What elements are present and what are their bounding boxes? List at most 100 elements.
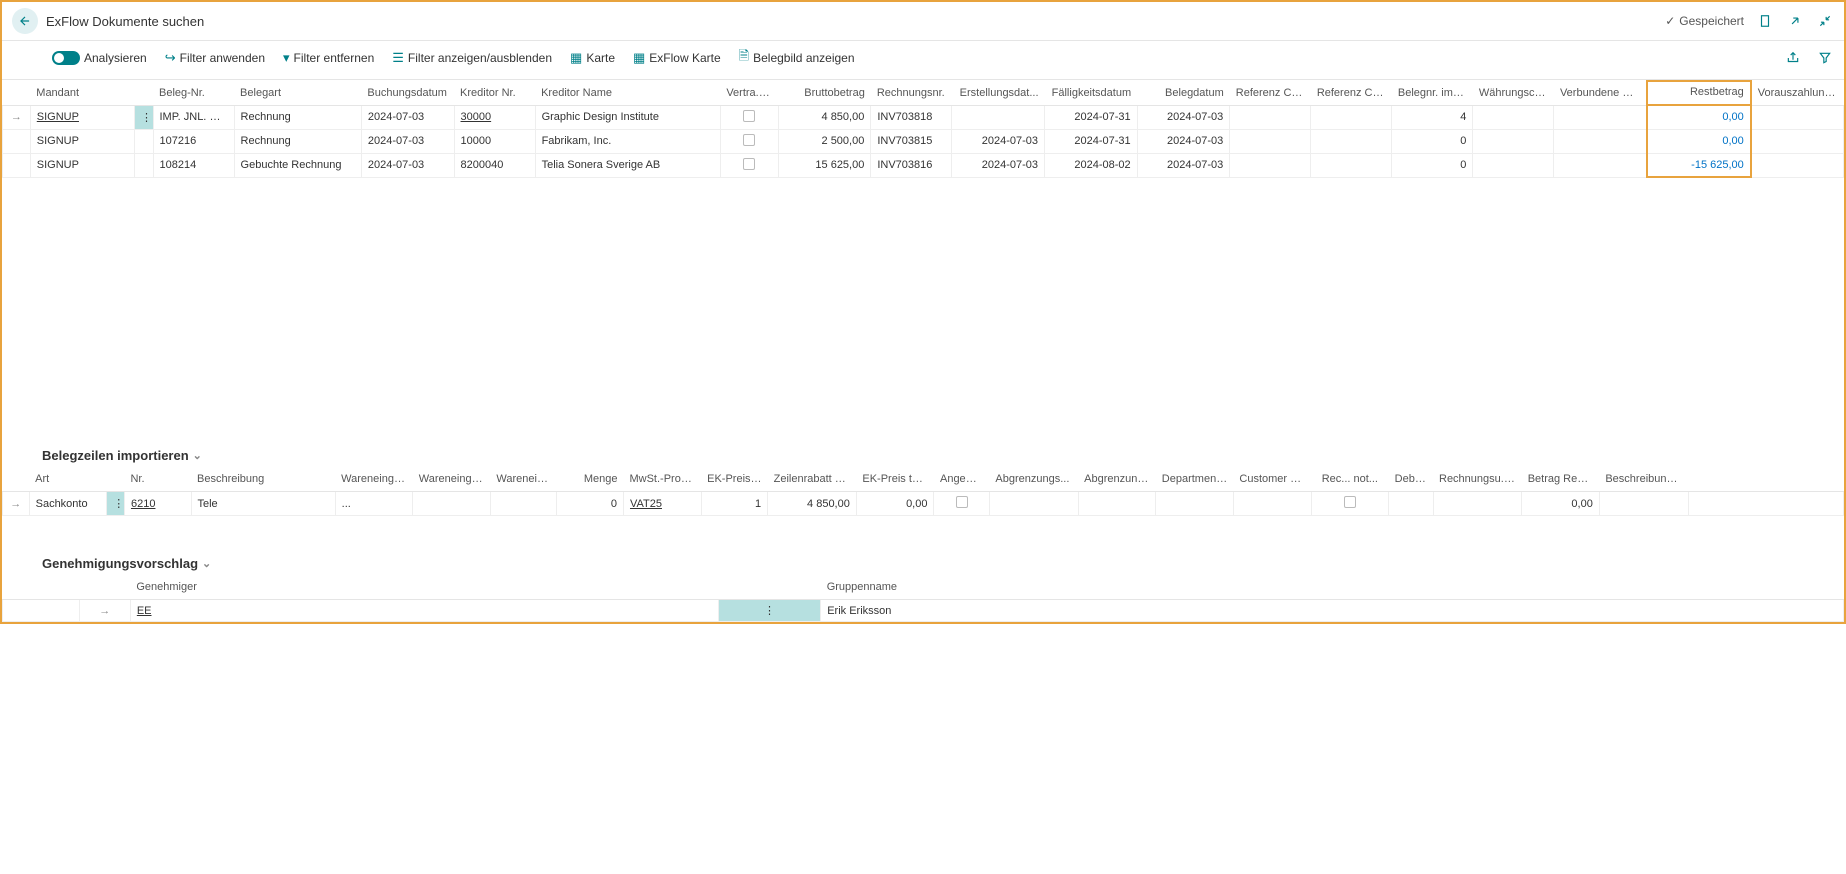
cell-waehrung[interactable] — [1473, 153, 1554, 177]
cell-mwst[interactable]: VAT25 — [623, 492, 701, 516]
cell-beleg-nr[interactable]: IMP. JNL. DEF... — [153, 105, 234, 129]
lcol-beschreibung[interactable]: Beschreibung — [191, 469, 335, 492]
cell-kreditor-nr[interactable]: 30000 — [454, 105, 535, 129]
lcol-ru-code[interactable]: Rechnungsu... Code — [1433, 469, 1522, 492]
cell-we2[interactable] — [413, 492, 491, 516]
lcol-rabatt[interactable]: Zeilenrabatt % (Bestellung) — [768, 469, 857, 492]
table-row[interactable]: →SIGNUP⋮IMP. JNL. DEF...Rechnung2024-07-… — [3, 105, 1844, 129]
bookmark-icon[interactable] — [1756, 12, 1774, 30]
cell-vertra[interactable] — [720, 129, 778, 153]
cell-restbetrag[interactable]: 0,00 — [1647, 105, 1751, 129]
cell-beleg-nr[interactable]: 107216 — [153, 129, 234, 153]
cell-referenz-import[interactable] — [1311, 129, 1392, 153]
cell-restbetrag[interactable]: 0,00 — [1647, 129, 1751, 153]
cell-menge[interactable]: 0 — [557, 492, 624, 516]
cell-we3[interactable] — [490, 492, 557, 516]
row-arrow-icon[interactable] — [3, 129, 31, 153]
cell-belegnr-import[interactable]: 4 — [1392, 105, 1473, 129]
back-button[interactable] — [12, 8, 38, 34]
lcol-customer-group[interactable]: Customer Group Code — [1233, 469, 1311, 492]
cell-ek-qty[interactable]: 1 — [701, 492, 768, 516]
cell-mandant[interactable]: SIGNUP — [30, 129, 134, 153]
lcol-beschr-ru[interactable]: Beschreibung Rechnungsumschreibung — [1599, 469, 1688, 492]
approval-section-title[interactable]: Genehmigungsvorschlag ⌄ — [2, 546, 1844, 577]
cell-kreditor-name[interactable]: Fabrikam, Inc. — [535, 129, 720, 153]
col-beleg-nr[interactable]: Beleg-Nr. — [153, 81, 234, 105]
col-bruttobetrag[interactable]: Bruttobetrag — [778, 81, 871, 105]
cell-beschr-ru[interactable] — [1599, 492, 1688, 516]
share-icon[interactable] — [1784, 49, 1802, 67]
cell-belegdatum[interactable]: 2024-07-03 — [1137, 105, 1230, 129]
lcol-abgrenzungs[interactable]: Abgrenzungs... — [989, 469, 1078, 492]
remove-filter-button[interactable]: ▾ Filter entfernen — [283, 50, 374, 66]
col-belegart[interactable]: Belegart — [234, 81, 361, 105]
acol-genehmiger[interactable]: Genehmiger — [130, 577, 718, 600]
lcol-menge[interactable]: Menge — [557, 469, 624, 492]
lcol-recnot[interactable]: Rec... not... — [1311, 469, 1389, 492]
show-image-button[interactable]: 🗎 Belegbild anzeigen — [739, 47, 855, 69]
row-menu-icon[interactable]: ⋮ — [718, 600, 820, 622]
cell-mandant[interactable]: SIGNUP — [30, 153, 134, 177]
analyze-toggle[interactable]: Analysieren — [52, 51, 147, 65]
cell-beschreibung[interactable]: Tele — [191, 492, 335, 516]
cell-mandant[interactable]: SIGNUP — [30, 105, 134, 129]
row-menu-icon[interactable] — [134, 129, 153, 153]
cell-rabatt[interactable]: 0,00 — [856, 492, 934, 516]
lcol-mwst[interactable]: MwSt.-Produktbuch... — [623, 469, 701, 492]
cell-kreditor-name[interactable]: Telia Sonera Sverige AB — [535, 153, 720, 177]
cell-referenz-code[interactable] — [1230, 105, 1311, 129]
col-kreditor-name[interactable]: Kreditor Name — [535, 81, 720, 105]
cell-belegart[interactable]: Rechnung — [234, 105, 361, 129]
cell-erstellungsdat[interactable] — [952, 105, 1045, 129]
cell-bruttobetrag[interactable]: 2 500,00 — [778, 129, 871, 153]
row-arrow-icon[interactable]: → — [3, 105, 31, 129]
cell-bruttobetrag[interactable]: 4 850,00 — [778, 105, 871, 129]
cell-bruttobetrag[interactable]: 15 625,00 — [778, 153, 871, 177]
popout-icon[interactable] — [1786, 12, 1804, 30]
cell-erstellungsdat[interactable]: 2024-07-03 — [952, 153, 1045, 177]
col-referenz-code[interactable]: Referenz Code — [1230, 81, 1311, 105]
cell-department[interactable] — [1233, 492, 1311, 516]
cell-genehmiger[interactable]: EE — [130, 600, 718, 622]
cell-vertra[interactable] — [720, 105, 778, 129]
cell-waehrung[interactable] — [1473, 129, 1554, 153]
cell-waehrung[interactable] — [1473, 105, 1554, 129]
funnel-icon[interactable] — [1816, 49, 1834, 67]
apply-filter-button[interactable]: ↪ Filter anwenden — [165, 50, 265, 66]
col-vertra-beleg[interactable]: Vertra... Beleg — [720, 81, 778, 105]
cell-ek-test[interactable] — [934, 492, 989, 516]
lcol-art[interactable]: Art — [29, 469, 107, 492]
lcol-ek-ohne[interactable]: EK-Preis Ohne MwSt. — [701, 469, 768, 492]
cell-rechnungsnr[interactable]: INV703815 — [871, 129, 952, 153]
lcol-we2[interactable]: Wareneingan... — [413, 469, 491, 492]
cell-referenz-import[interactable] — [1311, 105, 1392, 129]
col-vorauszahlung[interactable]: Vorauszahlung... — [1751, 81, 1844, 105]
cell-vorauszahlung[interactable] — [1751, 129, 1844, 153]
cell-abgrenzung-start[interactable] — [1156, 492, 1234, 516]
col-belegdatum[interactable]: Belegdatum — [1137, 81, 1230, 105]
cell-ek-preis[interactable]: 4 850,00 — [768, 492, 857, 516]
lcol-nr[interactable]: Nr. — [124, 469, 191, 492]
row-menu-icon[interactable]: ⋮ — [107, 492, 125, 516]
lcol-we3[interactable]: Wareneing... — [490, 469, 557, 492]
lcol-ek-test[interactable]: EK-Preis testen — [856, 469, 934, 492]
row-arrow-icon[interactable] — [3, 153, 31, 177]
cell-referenz-import[interactable] — [1311, 153, 1392, 177]
line-row[interactable]: → Sachkonto ⋮ 6210 Tele ... 0 VAT25 1 4 … — [3, 492, 1844, 516]
cell-referenz-code[interactable] — [1230, 153, 1311, 177]
cell-betrag[interactable]: 0,00 — [1522, 492, 1600, 516]
approval-row[interactable]: → EE ⋮ Erik Eriksson — [3, 600, 1844, 622]
cell-we1[interactable]: ... — [335, 492, 413, 516]
cell-restbetrag[interactable]: -15 625,00 — [1647, 153, 1751, 177]
col-restbetrag[interactable]: Restbetrag — [1647, 81, 1751, 105]
lcol-we1[interactable]: Wareneingan... — [335, 469, 413, 492]
cell-debitoren[interactable] — [1389, 492, 1433, 516]
col-verbundene[interactable]: Verbundene Bestellnr. (Erste) — [1554, 81, 1647, 105]
collapse-icon[interactable] — [1816, 12, 1834, 30]
cell-faelligkeit[interactable]: 2024-07-31 — [1045, 129, 1138, 153]
cell-verbundene[interactable] — [1554, 105, 1647, 129]
cell-verbundene[interactable] — [1554, 153, 1647, 177]
cell-gruppenname[interactable]: Erik Eriksson — [821, 600, 1844, 622]
cell-vertra[interactable] — [720, 153, 778, 177]
cell-buchungsdatum[interactable]: 2024-07-03 — [361, 153, 454, 177]
